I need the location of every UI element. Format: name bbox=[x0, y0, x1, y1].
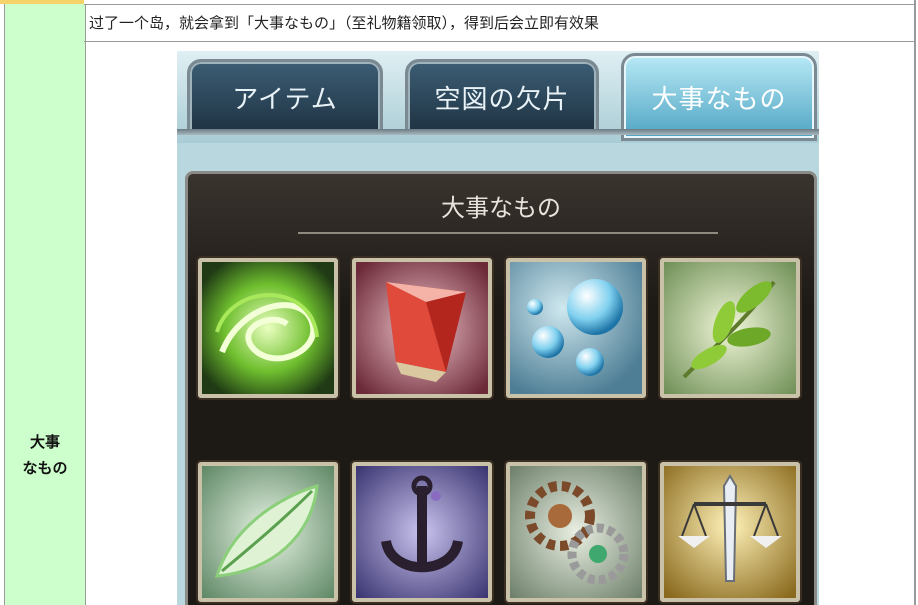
tab-important-items[interactable]: 大事なもの bbox=[621, 53, 817, 141]
table-divider bbox=[84, 41, 914, 42]
tab-sky-map-fragments[interactable]: 空図の欠片 bbox=[405, 59, 599, 135]
tab-underline bbox=[177, 129, 819, 135]
row-label-line2: なもの bbox=[22, 459, 68, 477]
row-description: 过了一个岛，就会拿到「大事なもの」（至礼物籍领取），得到后会立即有效果 bbox=[89, 14, 600, 32]
game-screenshot: アイテム 空図の欠片 大事なもの 大事なもの bbox=[177, 51, 819, 605]
section-title: 大事なもの bbox=[441, 194, 561, 222]
item-panel: 大事なもの bbox=[185, 171, 817, 605]
row-label: 大事 なもの bbox=[5, 429, 85, 481]
dark-anchor-icon[interactable] bbox=[352, 462, 492, 602]
tab-bar: アイテム 空図の欠片 大事なもの bbox=[177, 51, 819, 143]
row-label-line1: 大事 bbox=[29, 433, 60, 451]
gears-icon[interactable] bbox=[506, 462, 646, 602]
sword-scales-icon[interactable] bbox=[660, 462, 800, 602]
green-swirl-icon[interactable] bbox=[198, 258, 338, 398]
water-bubbles-icon[interactable] bbox=[506, 258, 646, 398]
green-leaf-branch-icon[interactable] bbox=[660, 258, 800, 398]
title-divider bbox=[298, 232, 718, 234]
pale-leaf-icon[interactable] bbox=[198, 462, 338, 602]
table-border bbox=[914, 0, 916, 605]
tab-items[interactable]: アイテム bbox=[187, 59, 383, 135]
row-label-cell: 大事 なもの bbox=[4, 4, 86, 605]
table-divider bbox=[84, 4, 914, 5]
red-crystal-icon[interactable] bbox=[352, 258, 492, 398]
